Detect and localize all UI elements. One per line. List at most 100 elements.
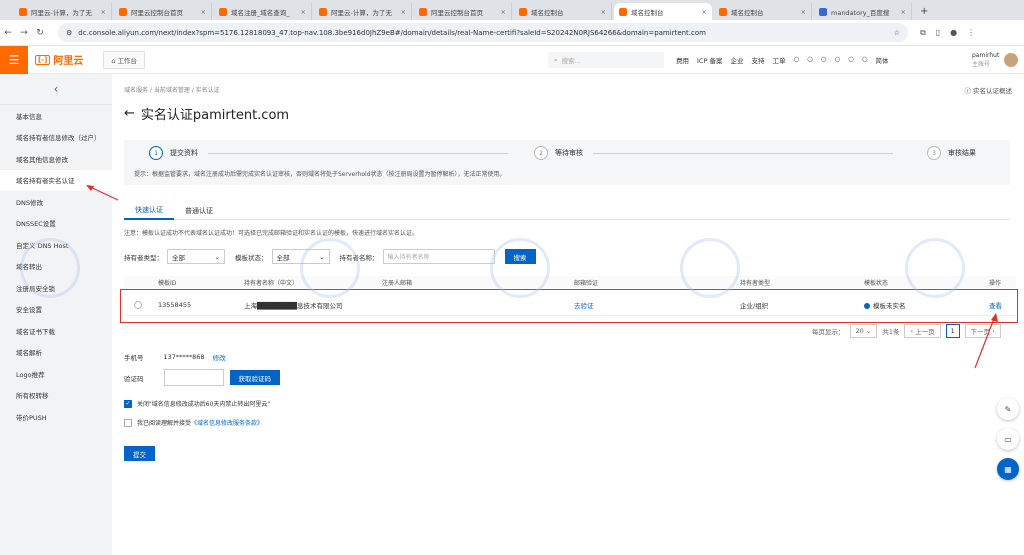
menu-icon[interactable]: ⋮ [967, 28, 975, 38]
profile-icon[interactable]: ● [950, 28, 957, 38]
overview-link[interactable]: ⓘ 实名认证概述 [964, 85, 1012, 95]
search-icon: ⌕ [554, 55, 558, 64]
edit-phone-link[interactable]: 修改 [213, 352, 226, 362]
close-icon[interactable]: × [702, 8, 707, 16]
sidebar-item[interactable]: 域名其他信息修改 [0, 148, 112, 170]
step-number: 1 [149, 146, 163, 160]
page-number[interactable]: 1 [945, 324, 960, 338]
back-arrow-icon[interactable]: ← [124, 106, 135, 121]
user-name: pamirhut [972, 52, 1000, 59]
close-icon[interactable]: × [101, 8, 106, 16]
steps-panel: 1 提交资料 2 等待审核 3 审核结果 提示：根据监管要求，域名注册成功后需完成实名… [124, 140, 1010, 185]
close-icon[interactable]: × [601, 8, 606, 16]
avatar[interactable] [1004, 53, 1018, 67]
sidebar: ‹ 基本信息 域名持有者信息修改（过户） 域名其他信息修改 域名持有者实名认证 DNS修… [0, 74, 112, 555]
browser-tab[interactable]: mandatory_百度搜 × [814, 3, 912, 20]
close-icon[interactable]: × [501, 8, 506, 16]
terms-link[interactable]: 《域名信息修改服务条款》 [191, 418, 263, 427]
apps-grid-icon[interactable]: ▦ [997, 458, 1019, 480]
sidebar-item[interactable]: 域名解析 [0, 342, 112, 364]
bell-icon[interactable]: ○ [821, 55, 827, 65]
chat-icon[interactable]: ▭ [997, 428, 1019, 450]
sidebar-item[interactable]: DNS修改 [0, 191, 112, 213]
get-code-button[interactable]: 获取验证码 [229, 370, 280, 385]
template-status-value: 全部 [276, 253, 290, 262]
settings-icon[interactable]: ○ [862, 55, 868, 65]
browser-tab[interactable]: 阿里云控制台首页 × [114, 3, 212, 20]
browser-tab[interactable]: 域名控制台 × [514, 3, 612, 20]
browser-tab[interactable]: 阿里云-计算，为了无 × [314, 3, 412, 20]
top-link[interactable]: 企业 [730, 55, 743, 65]
next-page-button[interactable]: 下一页 › [964, 324, 1001, 338]
holder-type-select[interactable]: 全部 ⌄ [167, 249, 225, 264]
close-icon[interactable]: × [201, 8, 206, 16]
tab-favicon-icon [219, 7, 227, 16]
browser-tab[interactable]: 域名注册_域名查询_ × [214, 3, 312, 20]
url-field[interactable]: ⚙ dc.console.aliyun.com/next/index?spm=5… [58, 23, 908, 42]
sidebar-item[interactable]: 所有权转移 [0, 385, 112, 407]
column-header: 持有者类型 [740, 279, 771, 287]
help-icon[interactable]: ○ [848, 55, 854, 65]
top-link[interactable]: 支持 [751, 55, 764, 65]
tab-favicon-icon [819, 7, 827, 16]
aliyun-logo[interactable]: [-] 阿里云 [35, 52, 83, 67]
hamburger-menu-icon[interactable]: ☰ [0, 45, 28, 74]
workbench-button[interactable]: ⌂ 工作台 [103, 50, 146, 69]
close-icon[interactable]: × [901, 8, 906, 16]
language-switch[interactable]: 简体 [875, 55, 888, 65]
row-highlight-annotation [120, 289, 1018, 323]
top-link[interactable]: 费用 [676, 55, 689, 65]
sidebar-item[interactable]: DNSSEC设置 [0, 213, 112, 235]
tab-favicon-icon [319, 7, 327, 16]
sidebar-item[interactable]: 基本信息 [0, 105, 112, 127]
terms-checkbox-row[interactable]: 我已阅读理解并接受 《域名信息修改服务条款》 [124, 418, 263, 427]
tab-title: 阿里云-计算，为了无 [331, 8, 392, 17]
console-search-input[interactable]: ⌕ 搜索... [548, 52, 664, 68]
forward-icon[interactable]: → [16, 28, 32, 38]
tab-favicon-icon [419, 7, 427, 16]
reload-icon[interactable]: ↻ [32, 28, 48, 38]
user-info[interactable]: pamirhut 主账号 [972, 51, 999, 69]
tab-normal-auth[interactable]: 普通认证 [174, 202, 224, 220]
checkbox-checked-icon[interactable]: ✓ [124, 399, 132, 408]
sidepanel-icon[interactable]: ▯ [936, 28, 940, 38]
holder-name-input[interactable]: 输入持有者名称 [382, 249, 495, 264]
browser-tab[interactable]: 域名控制台 × [614, 3, 712, 20]
site-info-icon[interactable]: ⚙ [66, 29, 72, 37]
per-page-select[interactable]: 20 ⌄ [849, 324, 878, 338]
browser-tab[interactable]: 阿里云-计算，为了无 × [14, 3, 112, 20]
sidebar-item[interactable]: 域名持有者实名认证 [0, 169, 112, 191]
monitor-icon[interactable]: ○ [793, 55, 799, 65]
code-input[interactable] [163, 369, 224, 386]
sidebar-item[interactable]: 安全设置 [0, 299, 112, 321]
bookmark-star-icon[interactable]: ☆ [894, 29, 900, 37]
transfer-lock-checkbox-row[interactable]: ✓ 关闭"域名信息修改成功后60天内禁止转出阿里云" [124, 399, 270, 408]
extensions-icon[interactable]: ⧉ [920, 28, 926, 38]
cart-icon[interactable]: ○ [807, 55, 813, 65]
step-3: 3 审核结果 [927, 146, 976, 160]
tab-quick-auth[interactable]: 快速认证 [124, 202, 174, 220]
sidebar-item[interactable]: 域名持有者信息修改（过户） [0, 127, 112, 149]
bulb-icon[interactable]: ○ [834, 55, 840, 65]
close-icon[interactable]: × [401, 8, 406, 16]
step-label: 审核结果 [948, 149, 976, 157]
close-icon[interactable]: × [801, 8, 806, 16]
sidebar-item[interactable]: 带价PUSH [0, 406, 112, 428]
top-link[interactable]: ICP 备案 [697, 55, 722, 65]
sidebar-item[interactable]: Logo推荐 [0, 363, 112, 385]
column-header: 操作 [989, 279, 1002, 287]
new-tab-icon[interactable]: + [920, 6, 928, 17]
top-link[interactable]: 工单 [772, 55, 785, 65]
collapse-chevron-icon[interactable]: ‹ [0, 74, 112, 105]
code-row: 验证码 获取验证码 [124, 369, 280, 386]
tab-title: 域名控制台 [731, 8, 764, 17]
back-icon[interactable]: ← [0, 28, 16, 38]
edit-icon[interactable]: ✎ [997, 398, 1019, 420]
close-icon[interactable]: × [301, 8, 306, 16]
prev-page-button[interactable]: ‹ 上一页 [904, 324, 941, 338]
checkbox-icon[interactable] [124, 418, 132, 427]
browser-tab[interactable]: 阿里云控制台首页 × [414, 3, 512, 20]
sidebar-item[interactable]: 域名证书下载 [0, 320, 112, 342]
browser-tab[interactable]: 域名控制台 × [714, 3, 812, 20]
submit-button[interactable]: 提交 [124, 446, 155, 461]
